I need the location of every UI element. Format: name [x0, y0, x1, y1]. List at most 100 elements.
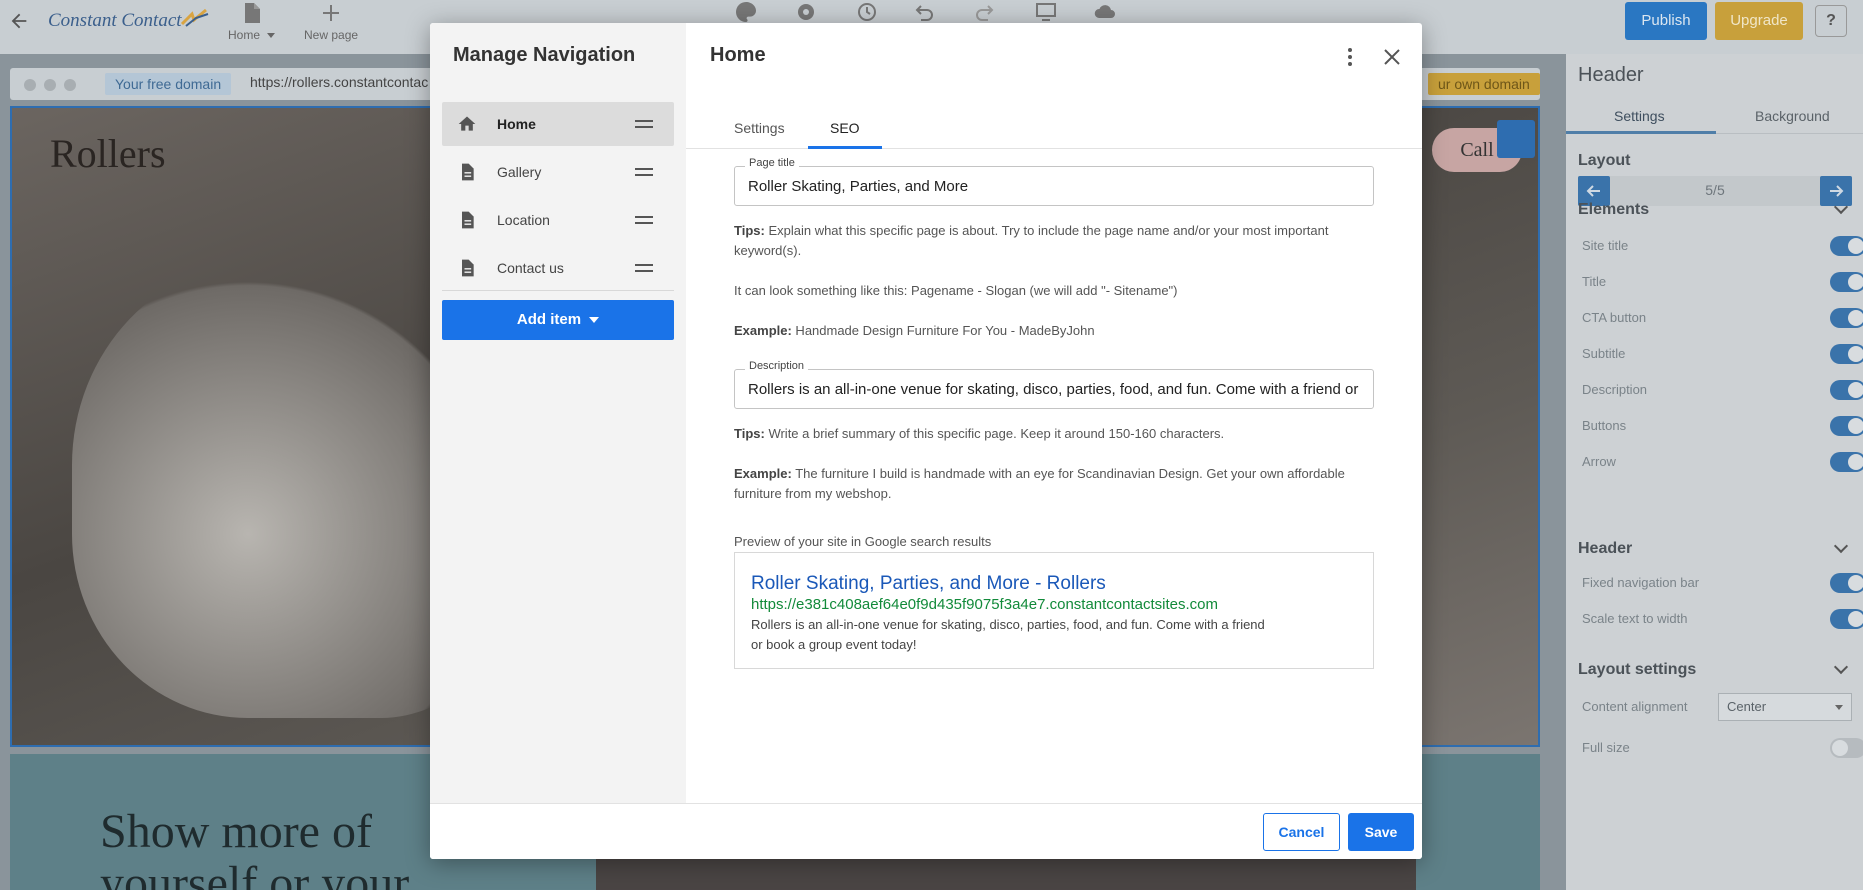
section-settings-icon[interactable]: [1497, 120, 1535, 158]
section-heading-line1: Show more of: [100, 805, 372, 858]
google-preview-description: Rollers is an all-in-one venue for skati…: [751, 617, 1265, 652]
description-label: Description: [745, 360, 809, 372]
buttons-toggle[interactable]: [1830, 416, 1863, 436]
nav-item-label: Contact us: [497, 260, 564, 276]
element-label: Buttons: [1582, 418, 1627, 433]
drag-handle-icon[interactable]: [635, 264, 653, 272]
section-heading-line2: yourself or your: [100, 857, 410, 890]
save-button[interactable]: Save: [1348, 813, 1414, 851]
drag-handle-icon[interactable]: [635, 216, 653, 224]
page-menu[interactable]: Home: [228, 2, 276, 42]
tips-text: Write a brief summary of this specific p…: [764, 426, 1225, 441]
layout-settings-chevron-icon[interactable]: [1833, 659, 1849, 675]
google-preview-box: Roller Skating, Parties, and More - Roll…: [734, 552, 1374, 669]
nav-item-home[interactable]: Home: [442, 102, 674, 146]
nav-list-divider: [442, 290, 674, 291]
page-title-tips: Tips: Explain what this specific page is…: [734, 221, 1374, 261]
description-toggle[interactable]: [1830, 380, 1863, 400]
element-label: Site title: [1582, 238, 1629, 253]
page-settings-title: Home: [710, 44, 766, 66]
nav-item-location[interactable]: Location: [442, 198, 674, 242]
layout-settings-label[interactable]: Layout settings: [1578, 661, 1696, 679]
logo-swoosh-icon: [180, 8, 209, 27]
panel-title: Header: [1578, 64, 1644, 86]
element-row-description: Description: [1582, 380, 1863, 400]
header-section-label[interactable]: Header: [1578, 540, 1632, 558]
arrow-toggle[interactable]: [1830, 452, 1863, 472]
cloud-icon[interactable]: [1092, 0, 1118, 24]
fixed-nav-toggle[interactable]: [1830, 573, 1863, 593]
free-domain-badge[interactable]: Your free domain: [105, 73, 232, 95]
help-button[interactable]: ?: [1815, 5, 1847, 37]
page-menu-label: Home: [228, 28, 261, 42]
layout-next-button[interactable]: [1820, 176, 1852, 206]
element-label: CTA button: [1582, 310, 1647, 325]
history-icon[interactable]: [853, 0, 879, 24]
drag-handle-icon[interactable]: [635, 120, 653, 128]
nav-item-contact-us[interactable]: Contact us: [442, 246, 674, 290]
new-page-button[interactable]: New page: [304, 2, 358, 42]
page-title-field[interactable]: Page title Roller Skating, Parties, and …: [734, 157, 1374, 206]
description-field[interactable]: Description Rollers is an all-in-one ven…: [734, 360, 1374, 409]
back-arrow-icon[interactable]: [8, 10, 30, 32]
add-item-button[interactable]: Add item: [442, 300, 674, 340]
panel-tab-settings[interactable]: Settings: [1614, 108, 1665, 124]
arrow-right-icon: [1830, 185, 1844, 197]
content-alignment-select[interactable]: Center: [1718, 693, 1852, 721]
drag-handle-icon[interactable]: [635, 168, 653, 176]
elements-section-label[interactable]: Elements: [1578, 201, 1649, 219]
tab-seo[interactable]: SEO: [830, 120, 860, 136]
publish-button[interactable]: Publish: [1625, 2, 1707, 40]
new-page-label: New page: [304, 28, 359, 42]
scale-text-toggle[interactable]: [1830, 609, 1863, 629]
panel-tab-background[interactable]: Background: [1755, 108, 1830, 124]
nav-item-label: Home: [497, 116, 536, 132]
hero-site-title[interactable]: Rollers: [50, 130, 166, 177]
tab-settings[interactable]: Settings: [734, 120, 785, 136]
element-row-arrow: Arrow: [1582, 452, 1863, 472]
description-input[interactable]: Rollers is an all-in-one venue for skati…: [748, 381, 1363, 398]
desktop-preview-icon[interactable]: [1033, 0, 1059, 24]
cancel-button[interactable]: Cancel: [1263, 813, 1340, 851]
redo-icon[interactable]: [972, 0, 998, 24]
site-title-toggle[interactable]: [1830, 236, 1863, 256]
chevron-down-icon: [267, 33, 276, 39]
element-row-cta-button: CTA button: [1582, 308, 1863, 328]
navigation-list-panel: Manage Navigation Home Gallery Location …: [430, 23, 686, 803]
layout-value: 5/5: [1705, 182, 1725, 198]
active-tab-underline: [808, 146, 882, 149]
manage-navigation-modal: Manage Navigation Home Gallery Location …: [430, 23, 1422, 859]
description-example: Example: The furniture I build is handma…: [734, 464, 1374, 504]
upgrade-button[interactable]: Upgrade: [1715, 2, 1803, 40]
caret-down-icon: [589, 317, 600, 324]
page-title-label: Page title: [745, 157, 799, 169]
gear-icon[interactable]: [793, 0, 819, 24]
header-item-label: Fixed navigation bar: [1582, 575, 1700, 590]
more-options-icon[interactable]: [1340, 45, 1360, 69]
header-chevron-icon[interactable]: [1833, 538, 1849, 554]
google-preview-url: https://e381c408aef64e0f9d435f9075f3a4e7…: [751, 596, 1219, 613]
example-bold: Example:: [734, 466, 792, 481]
full-size-toggle[interactable]: [1830, 738, 1863, 758]
arrow-left-icon: [1586, 185, 1600, 197]
element-label: Subtitle: [1582, 346, 1626, 361]
own-domain-button[interactable]: ur own domain: [1428, 73, 1540, 95]
undo-icon[interactable]: [911, 0, 937, 24]
title-toggle[interactable]: [1830, 272, 1863, 292]
palette-icon[interactable]: [733, 0, 759, 24]
page-settings-panel: Home Settings SEO Page title Roller Skat…: [686, 23, 1422, 803]
panel-tabs: Settings Background: [1566, 98, 1863, 134]
description-tips: Tips: Write a brief summary of this spec…: [734, 424, 1374, 444]
close-icon[interactable]: [1380, 45, 1404, 69]
element-label: Arrow: [1582, 454, 1616, 469]
google-preview-title: Roller Skating, Parties, and More - Roll…: [751, 573, 1106, 594]
subtitle-toggle[interactable]: [1830, 344, 1863, 364]
right-settings-panel: Header Settings Background Layout 5/5 El…: [1566, 54, 1863, 890]
nav-item-gallery[interactable]: Gallery: [442, 150, 674, 194]
nav-item-label: Gallery: [497, 164, 542, 180]
example-text: Handmade Design Furniture For You - Made…: [791, 323, 1095, 338]
cta-button-toggle[interactable]: [1830, 308, 1863, 328]
panel-tab-underline: [1566, 131, 1716, 134]
section-heading[interactable]: Show more of yourself or your: [100, 806, 409, 890]
page-title-input[interactable]: Roller Skating, Parties, and More: [748, 178, 1363, 195]
